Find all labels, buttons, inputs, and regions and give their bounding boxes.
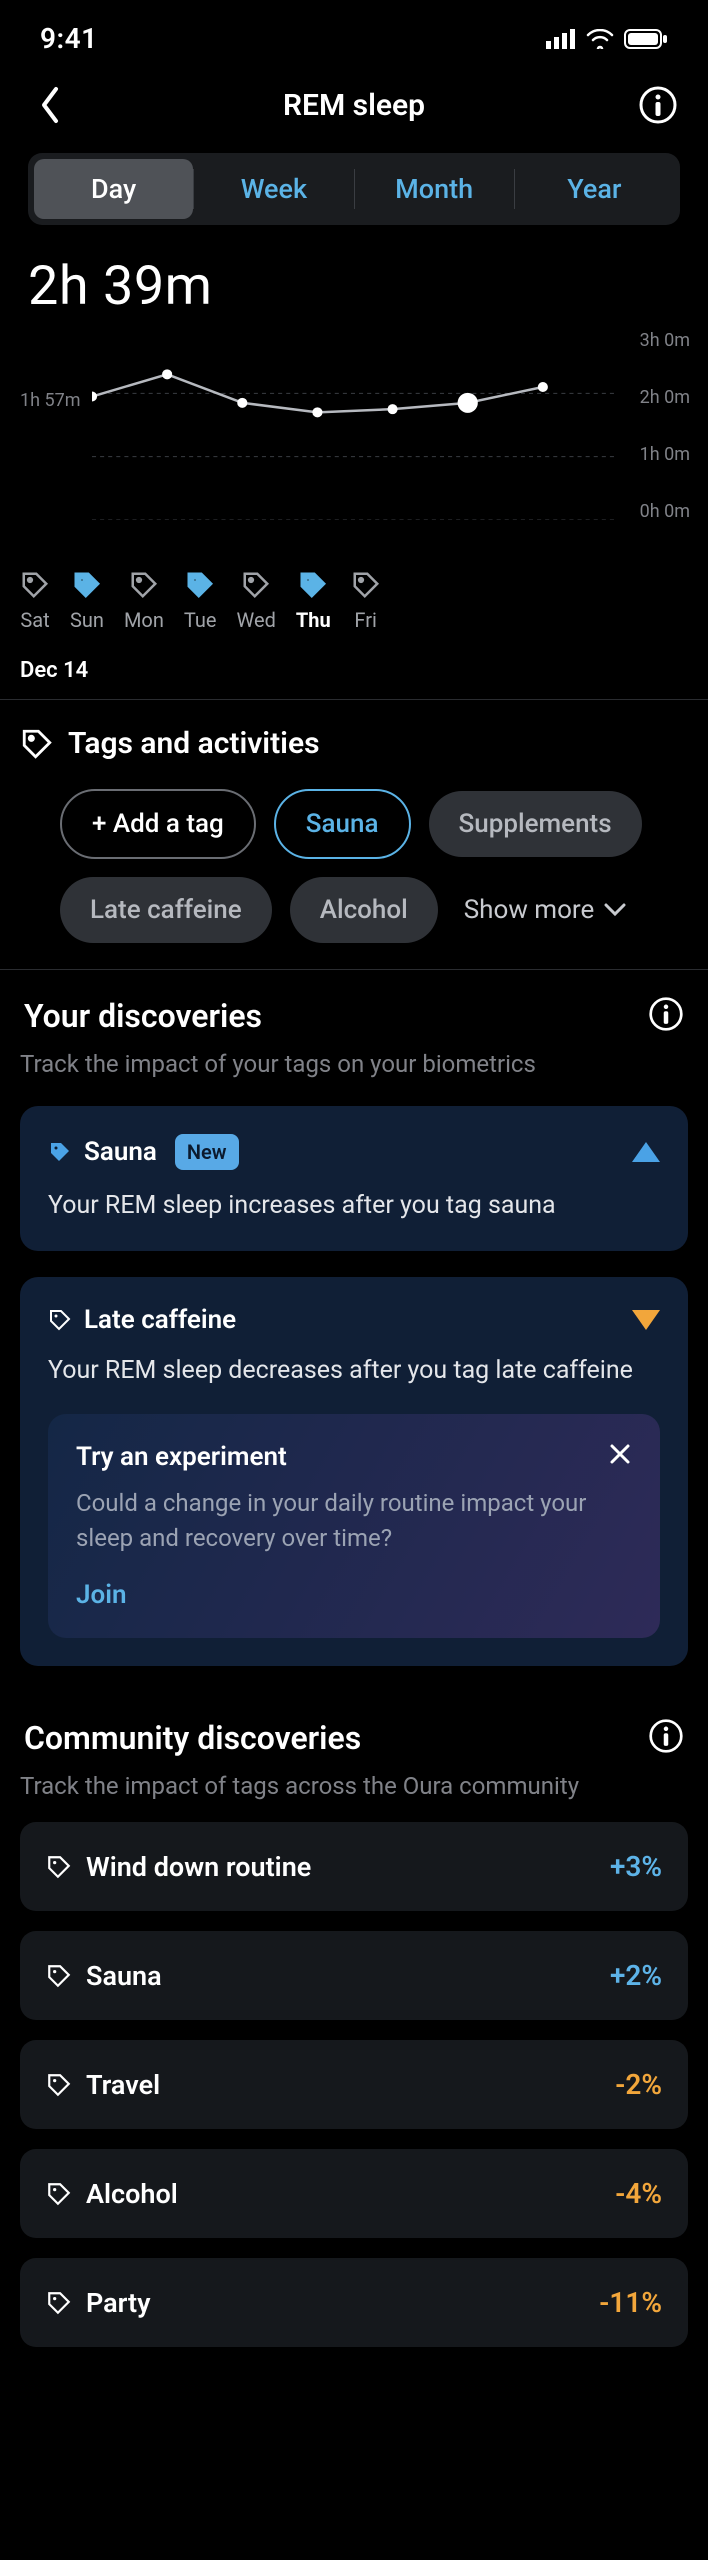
day-mon[interactable]: Mon [124,570,164,632]
tab-year[interactable]: Year [515,159,674,219]
status-indicators [546,29,668,49]
chart-left-label: 1h 57m [20,390,81,411]
discoveries-title: Your discoveries [24,997,262,1035]
community-info-button[interactable] [648,1718,684,1758]
chevron-left-icon [38,85,62,125]
tag-icon [185,570,215,600]
day-fri[interactable]: Fri [351,570,381,632]
tab-month[interactable]: Month [355,159,514,219]
tag-icon [46,1963,72,1989]
show-more-button[interactable]: Show more [456,877,635,943]
tag-icon [241,570,271,600]
tag-icon [129,570,159,600]
day-tue[interactable]: Tue [184,570,217,632]
day-selector: Sat Sun Mon Tue Wed Thu Fri [0,550,708,632]
tag-icon [46,2290,72,2316]
info-icon [648,1718,684,1754]
chip-supplements[interactable]: Supplements [429,791,642,857]
rem-chart[interactable]: 1h 57m 3h 0m 2h 0m 1h 0m 0h 0m [20,330,698,550]
experiment-title: Try an experiment [76,1442,632,1472]
info-icon [648,996,684,1032]
chevron-down-icon [604,903,626,917]
tag-icon [20,727,54,761]
triangle-up-icon [632,1142,660,1162]
chip-late-caffeine[interactable]: Late caffeine [60,877,272,943]
community-value: +2% [610,1959,662,1992]
tag-icon [46,1854,72,1880]
tag-icon [72,570,102,600]
tag-icon [298,570,328,600]
tag-icon [351,570,381,600]
chart-y-labels: 3h 0m 2h 0m 1h 0m 0h 0m [640,330,690,550]
add-tag-button[interactable]: + Add a tag [60,789,256,859]
discoveries-subtitle: Track the impact of your tags on your bi… [20,1048,688,1080]
chart-svg [92,330,618,520]
community-row-alcohol[interactable]: Alcohol -4% [20,2149,688,2238]
discoveries-info-button[interactable] [648,996,684,1036]
community-row-sauna[interactable]: Sauna +2% [20,1931,688,2020]
community-value: -4% [615,2177,662,2210]
triangle-down-icon [632,1310,660,1330]
tab-week[interactable]: Week [194,159,353,219]
community-section: Community discoveries Track the impact o… [0,1692,708,2373]
metric-value: 2h 39m [0,225,708,330]
tag-icon [48,1140,72,1164]
tag-icon [46,2072,72,2098]
community-title: Community discoveries [24,1719,361,1757]
tags-title: Tags and activities [68,726,320,761]
day-sat[interactable]: Sat [20,570,50,632]
experiment-close-button[interactable] [604,1438,636,1470]
discovery-desc: Your REM sleep decreases after you tag l… [48,1353,660,1388]
tag-icon [48,1308,72,1332]
close-icon [608,1442,632,1466]
community-value: -11% [599,2286,662,2319]
date-label: Dec 14 [0,632,708,699]
battery-icon [624,29,668,49]
community-row-party[interactable]: Party -11% [20,2258,688,2347]
community-row-travel[interactable]: Travel -2% [20,2040,688,2129]
discovery-card-sauna[interactable]: Sauna New Your REM sleep increases after… [20,1106,688,1251]
new-badge: New [175,1134,239,1170]
back-button[interactable] [28,83,72,127]
experiment-desc: Could a change in your daily routine imp… [76,1486,632,1556]
page-title: REM sleep [72,88,636,123]
community-value: -2% [615,2068,662,2101]
tab-day[interactable]: Day [34,159,193,219]
tag-icon [20,570,50,600]
discoveries-section: Your discoveries Track the impact of you… [0,970,708,1692]
day-sun[interactable]: Sun [70,570,104,632]
community-value: +3% [610,1850,662,1883]
tags-section: Tags and activities + Add a tag Sauna Su… [0,700,708,969]
discovery-card-late-caffeine[interactable]: Late caffeine Your REM sleep decreases a… [20,1277,688,1666]
info-icon [638,85,678,125]
status-bar: 9:41 [0,0,708,63]
wifi-icon [586,29,614,49]
chip-alcohol[interactable]: Alcohol [290,877,438,943]
day-wed[interactable]: Wed [237,570,276,632]
day-thu[interactable]: Thu [296,570,331,632]
period-tabs: Day Week Month Year [28,153,680,225]
community-row-wind-down-routine[interactable]: Wind down routine +3% [20,1822,688,1911]
community-subtitle: Track the impact of tags across the Oura… [20,1770,688,1802]
experiment-join-button[interactable]: Join [76,1580,126,1610]
status-time: 9:41 [40,22,98,55]
cellular-icon [546,29,576,49]
experiment-card: Try an experiment Could a change in your… [48,1414,660,1638]
chip-sauna[interactable]: Sauna [274,789,411,859]
discovery-desc: Your REM sleep increases after you tag s… [48,1188,660,1223]
tag-icon [46,2181,72,2207]
page-header: REM sleep [0,63,708,153]
info-button[interactable] [636,83,680,127]
